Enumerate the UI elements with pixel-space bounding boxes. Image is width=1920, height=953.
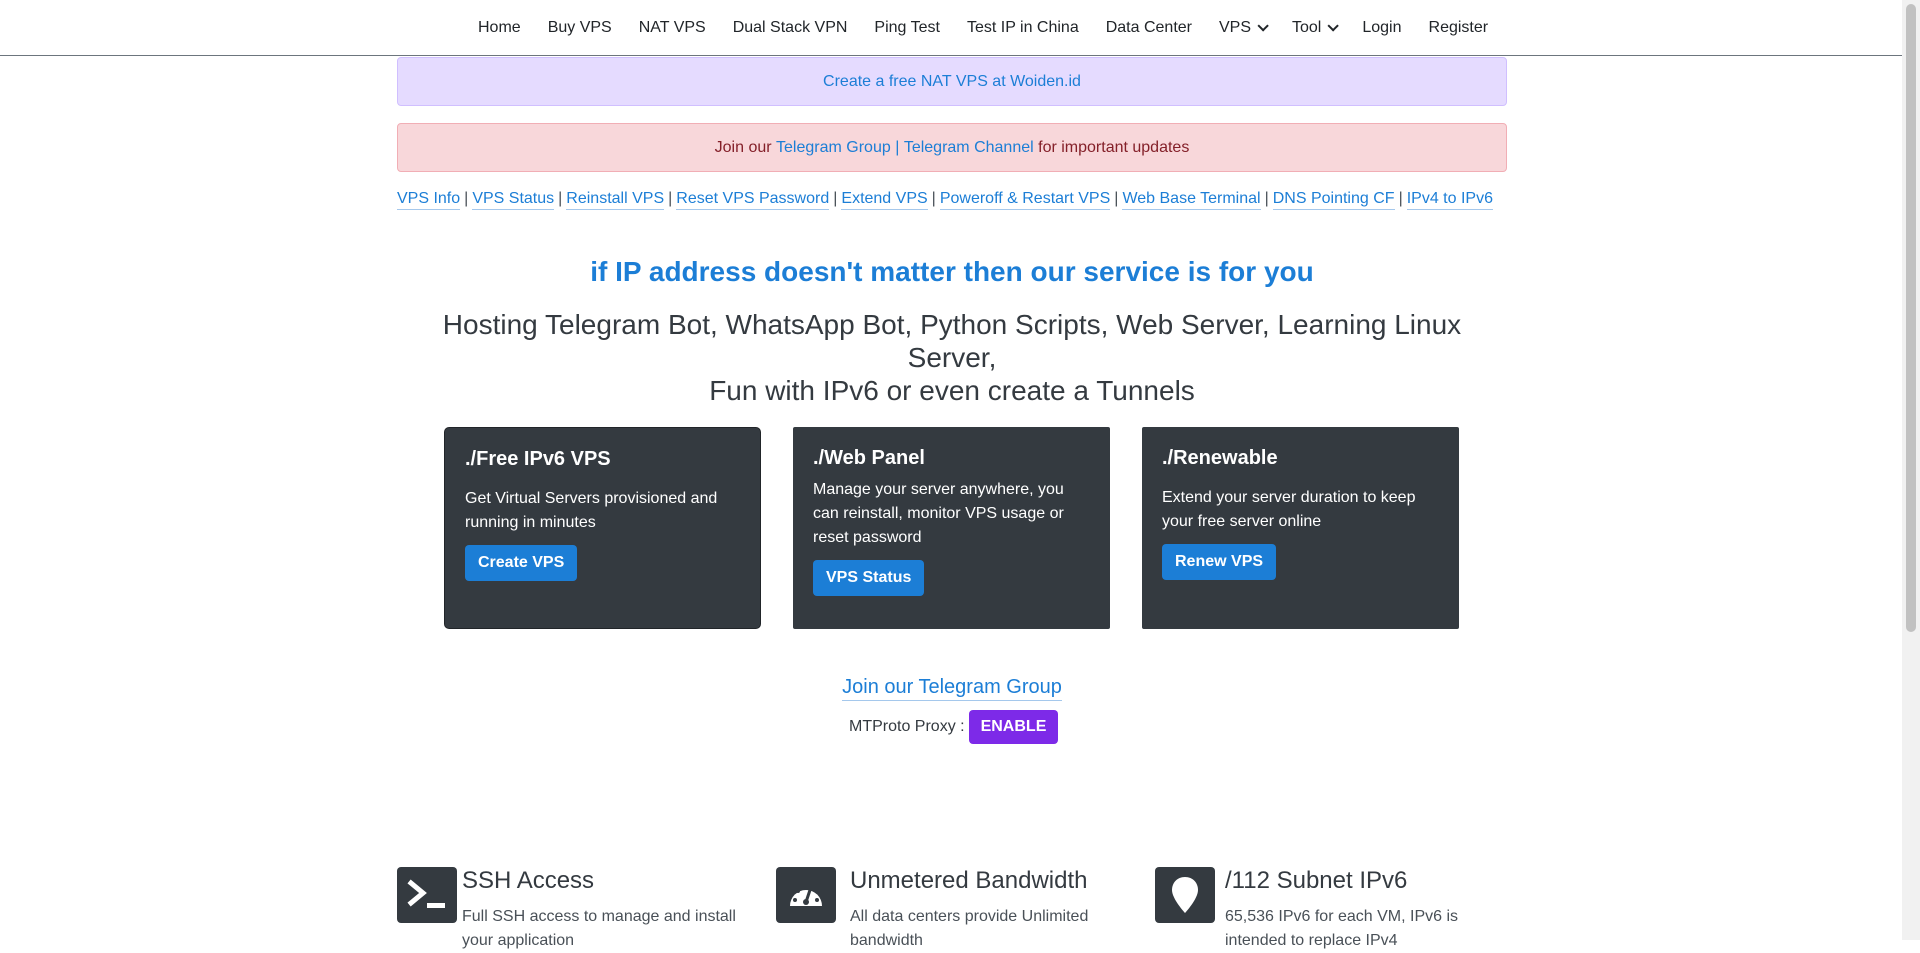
card-renewable: ./Renewable Extend your server duration …: [1142, 427, 1459, 629]
link-poweroff-restart[interactable]: Poweroff & Restart VPS: [939, 190, 1111, 210]
telegram-join-section: Join our Telegram Group: [397, 676, 1507, 701]
feature-text: 65,536 IPv6 for each VM, IPv6 is intende…: [1225, 908, 1459, 949]
link-separator: |: [668, 190, 673, 207]
link-reinstall-vps[interactable]: Reinstall VPS: [566, 190, 665, 210]
nav-test-ip-china[interactable]: Test IP in China: [967, 19, 1079, 37]
nav-dual-stack-vpn[interactable]: Dual Stack VPN: [733, 19, 848, 37]
chevron-down-icon: [1257, 19, 1269, 32]
hero-subtitle: Hosting Telegram Bot, WhatsApp Bot, Pyth…: [397, 308, 1507, 407]
link-web-terminal[interactable]: Web Base Terminal: [1122, 190, 1261, 210]
link-extend-vps[interactable]: Extend VPS: [841, 190, 928, 210]
telegram-channel-link[interactable]: Telegram Channel: [904, 139, 1034, 157]
mtproto-proxy-label: MTProto Proxy :: [849, 718, 965, 735]
hero-subtitle-line1: Hosting Telegram Bot, WhatsApp Bot, Pyth…: [442, 309, 1462, 373]
nav-tool-dropdown[interactable]: Tool: [1292, 18, 1340, 37]
nav-menu: Home Buy VPS NAT VPS Dual Stack VPN Ping…: [478, 0, 1515, 55]
link-vps-status[interactable]: VPS Status: [472, 190, 555, 210]
scrollbar-thumb[interactable]: [1906, 4, 1916, 632]
nav-register[interactable]: Register: [1429, 19, 1489, 37]
link-separator: |: [931, 190, 936, 207]
speedometer-icon: [776, 867, 836, 923]
hero-tagline: if IP address doesn't matter then our se…: [590, 256, 1314, 287]
nav-data-center[interactable]: Data Center: [1106, 19, 1192, 37]
terminal-icon: [397, 867, 457, 923]
link-separator: |: [1264, 190, 1269, 207]
card-text: Get Virtual Servers provisioned and runn…: [465, 490, 718, 531]
join-prefix-text: Join our: [714, 138, 772, 156]
nav-ping-test[interactable]: Ping Test: [874, 19, 940, 37]
top-navbar: Home Buy VPS NAT VPS Dual Stack VPN Ping…: [0, 0, 1902, 56]
feature-text: Full SSH access to manage and install yo…: [462, 908, 736, 949]
nav-vps-label: VPS: [1218, 18, 1251, 36]
vps-status-button[interactable]: VPS Status: [813, 560, 925, 596]
card-free-ipv6-vps: ./Free IPv6 VPS Get Virtual Servers prov…: [444, 427, 761, 629]
create-vps-button[interactable]: Create VPS: [465, 545, 578, 581]
renew-vps-button[interactable]: Renew VPS: [1162, 544, 1277, 580]
feature-title: /112 Subnet IPv6: [1225, 867, 1408, 894]
join-suffix-text: for important updates: [1038, 138, 1190, 156]
quick-links: VPS Info | VPS Status | Reinstall VPS | Reset …: [397, 190, 1493, 210]
hero-subtitle-line2: Fun with IPv6 or even create a Tunnels: [709, 375, 1195, 406]
link-separator: |: [1114, 190, 1119, 207]
link-separator: |: [1398, 190, 1403, 207]
telegram-alert: Join our Telegram Group | Telegram Chann…: [397, 123, 1507, 172]
nav-tool-label: Tool: [1292, 18, 1322, 36]
link-separator: |: [558, 190, 563, 207]
chevron-down-icon: [1327, 19, 1340, 32]
link-vps-info[interactable]: VPS Info: [397, 190, 461, 210]
alert-divider: |: [895, 138, 900, 156]
feature-title: Unmetered Bandwidth: [850, 867, 1088, 894]
link-separator: |: [464, 190, 469, 207]
mtproto-proxy-row: MTProto Proxy : ENABLE: [849, 710, 1059, 744]
card-web-panel: ./Web Panel Manage your server anywhere,…: [793, 427, 1110, 629]
telegram-group-link[interactable]: Telegram Group: [776, 139, 891, 157]
link-reset-vps-password[interactable]: Reset VPS Password: [676, 190, 830, 210]
feature-title: SSH Access: [462, 867, 595, 894]
card-title: ./Web Panel: [813, 447, 925, 469]
nat-vps-alert: Create a free NAT VPS at Woiden.id: [397, 57, 1507, 106]
nav-buy-vps[interactable]: Buy VPS: [548, 19, 612, 37]
card-text: Manage your server anywhere, you can rei…: [813, 481, 1064, 546]
page-scrollbar[interactable]: [1902, 0, 1920, 940]
nav-home[interactable]: Home: [478, 19, 521, 37]
nav-vps-dropdown[interactable]: VPS: [1218, 18, 1269, 37]
enable-proxy-button[interactable]: ENABLE: [968, 710, 1059, 744]
card-title: ./Renewable: [1162, 447, 1278, 469]
nav-nat-vps[interactable]: NAT VPS: [639, 19, 706, 37]
join-telegram-group-link[interactable]: Join our Telegram Group: [842, 676, 1062, 701]
card-text: Extend your server duration to keep your…: [1162, 489, 1416, 530]
nav-login[interactable]: Login: [1362, 19, 1401, 37]
link-dns-pointing[interactable]: DNS Pointing CF: [1272, 190, 1395, 210]
card-title: ./Free IPv6 VPS: [465, 448, 611, 470]
map-pin-icon: [1155, 867, 1215, 923]
feature-text: All data centers provide Unlimited bandw…: [850, 908, 1089, 949]
link-ipv4-to-ipv6[interactable]: IPv4 to IPv6: [1406, 190, 1493, 210]
nat-vps-link[interactable]: Create a free NAT VPS at Woiden.id: [823, 73, 1081, 91]
link-separator: |: [833, 190, 838, 207]
